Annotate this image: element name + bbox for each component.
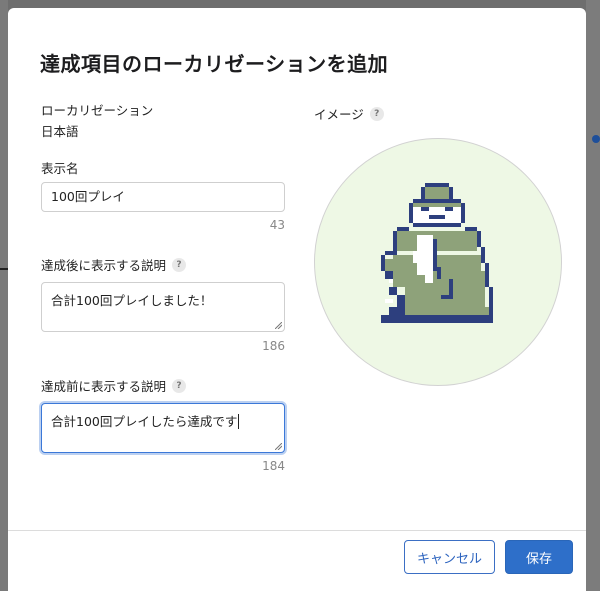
display-name-label: 表示名 bbox=[41, 161, 79, 176]
footer-divider bbox=[8, 530, 586, 531]
display-name-input[interactable]: 100回プレイ bbox=[41, 182, 285, 212]
help-icon[interactable]: ? bbox=[369, 106, 384, 121]
after-description-textarea[interactable]: 合計100回プレイしました！ bbox=[41, 282, 285, 332]
dialog-title: 達成項目のローカリゼーションを追加 bbox=[40, 52, 389, 76]
cancel-button[interactable]: キャンセル bbox=[404, 540, 495, 574]
resize-handle-icon[interactable] bbox=[275, 443, 282, 450]
after-description-remaining-count: 186 bbox=[262, 339, 285, 353]
save-button[interactable]: 保存 bbox=[505, 540, 573, 574]
display-name-remaining-count: 43 bbox=[269, 218, 285, 232]
localization-label: ローカリゼーション bbox=[41, 103, 154, 118]
pixel-art-character-icon bbox=[381, 183, 493, 323]
image-preview[interactable] bbox=[314, 138, 562, 386]
after-description-label: 達成後に表示する説明 ? bbox=[41, 255, 187, 274]
image-label: イメージ ? bbox=[314, 104, 384, 123]
background-page-left bbox=[0, 0, 8, 591]
add-localization-dialog: 達成項目のローカリゼーションを追加 ローカリゼーション 日本語 表示名 100回… bbox=[8, 8, 586, 591]
background-radio-icon bbox=[592, 135, 600, 143]
text-cursor bbox=[238, 414, 240, 429]
background-divider bbox=[0, 268, 8, 270]
help-icon[interactable]: ? bbox=[172, 378, 187, 393]
localization-value: 日本語 bbox=[41, 124, 79, 139]
before-description-remaining-count: 184 bbox=[262, 459, 285, 473]
background-page-right bbox=[586, 0, 600, 591]
before-description-label: 達成前に表示する説明 ? bbox=[41, 376, 187, 395]
resize-handle-icon[interactable] bbox=[275, 322, 282, 329]
before-description-textarea[interactable]: 合計100回プレイしたら達成です bbox=[41, 403, 285, 453]
help-icon[interactable]: ? bbox=[172, 257, 187, 272]
